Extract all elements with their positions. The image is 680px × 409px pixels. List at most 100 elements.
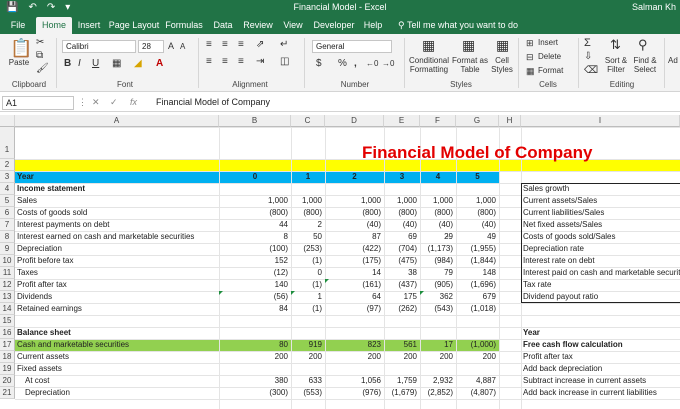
assumption-label[interactable]: Current liabilities/Sales — [521, 207, 680, 219]
row-header-19[interactable]: 19 — [0, 363, 15, 375]
line-label[interactable]: Interest earned on cash and marketable s… — [15, 231, 219, 243]
value-cell[interactable] — [420, 363, 456, 375]
row-header-6[interactable]: 6 — [0, 207, 15, 219]
italic-button[interactable]: I — [78, 58, 81, 70]
assumption-label[interactable]: Net fixed assets/Sales — [521, 219, 680, 231]
value-cell[interactable]: 1,000 — [420, 195, 456, 207]
autosum-button[interactable]: Σ — [584, 37, 591, 49]
value-cell[interactable]: 4,887 — [456, 375, 499, 387]
merge-center-icon[interactable]: ◫ — [280, 56, 289, 68]
value-cell[interactable]: (437) — [384, 279, 420, 291]
value-cell[interactable]: 200 — [420, 351, 456, 363]
value-cell[interactable]: 44 — [219, 219, 291, 231]
fcf-line-label[interactable]: Add back depreciation — [521, 363, 680, 375]
tab-home[interactable]: Home — [36, 17, 72, 34]
formula-input[interactable]: Financial Model of Company — [156, 97, 270, 107]
value-cell[interactable]: 679 — [456, 291, 499, 303]
assumption-label[interactable]: Tax rate — [521, 279, 680, 291]
value-cell[interactable]: (2,852) — [420, 387, 456, 399]
fcf-line-label[interactable]: Profit after tax — [521, 351, 680, 363]
font-color-icon[interactable]: A — [156, 58, 163, 70]
wrap-text-icon[interactable]: ↵ — [280, 39, 288, 51]
value-cell[interactable]: (161) — [325, 279, 384, 291]
row-header-15[interactable]: 15 — [0, 315, 15, 327]
value-cell[interactable]: 380 — [219, 375, 291, 387]
value-cell[interactable]: (976) — [325, 387, 384, 399]
value-cell[interactable]: (704) — [384, 243, 420, 255]
fcf-line-label[interactable]: Add back increase in current liabilities — [521, 387, 680, 399]
indent-icon[interactable]: ⇥ — [256, 56, 264, 68]
underline-button[interactable]: U — [92, 58, 99, 70]
value-cell[interactable]: (1) — [291, 279, 325, 291]
value-cell[interactable]: 561 — [384, 339, 420, 351]
value-cell[interactable]: (40) — [456, 219, 499, 231]
row-header-16[interactable]: 16 — [0, 327, 15, 339]
paste-icon[interactable]: 📋 — [10, 38, 32, 58]
value-cell[interactable]: 919 — [291, 339, 325, 351]
row-header-18[interactable]: 18 — [0, 351, 15, 363]
value-cell[interactable]: (800) — [384, 207, 420, 219]
col-i-year-label[interactable]: Year — [521, 327, 680, 339]
tab-help[interactable]: Help — [362, 17, 384, 34]
column-header-d[interactable]: D — [325, 115, 384, 127]
value-cell[interactable]: (1,173) — [420, 243, 456, 255]
align-top-icon[interactable]: ≡ — [206, 39, 212, 51]
value-cell[interactable]: 362 — [420, 291, 456, 303]
value-cell[interactable]: (40) — [325, 219, 384, 231]
value-cell[interactable]: 2,932 — [420, 375, 456, 387]
value-cell[interactable]: 50 — [291, 231, 325, 243]
row-header-3[interactable]: 3 — [0, 171, 15, 183]
value-cell[interactable]: 1,000 — [384, 195, 420, 207]
line-label[interactable]: Depreciation — [15, 243, 219, 255]
cell-styles-button[interactable]: Cell Styles — [490, 56, 514, 74]
line-label[interactable]: Sales — [15, 195, 219, 207]
value-cell[interactable]: (984) — [420, 255, 456, 267]
shrink-font-button[interactable]: A — [180, 41, 185, 53]
year-cell[interactable]: 2 — [325, 171, 384, 183]
tab-insert[interactable]: Insert — [74, 17, 104, 34]
row-header-1[interactable]: 1 — [0, 127, 15, 159]
column-header-a[interactable]: A — [15, 115, 219, 127]
value-cell[interactable]: 14 — [325, 267, 384, 279]
value-cell[interactable]: (475) — [384, 255, 420, 267]
align-bottom-icon[interactable]: ≡ — [238, 39, 244, 51]
tab-developer[interactable]: Developer — [312, 17, 356, 34]
value-cell[interactable]: (543) — [420, 303, 456, 315]
value-cell[interactable]: 1,000 — [325, 195, 384, 207]
row-header-7[interactable]: 7 — [0, 219, 15, 231]
align-middle-icon[interactable]: ≡ — [222, 39, 228, 51]
font-size-select[interactable]: 28 — [138, 40, 164, 53]
line-label[interactable]: Profit after tax — [15, 279, 219, 291]
assumption-label[interactable]: Sales growth — [521, 183, 680, 195]
assumption-label[interactable]: Depreciation rate — [521, 243, 680, 255]
insert-cells-button[interactable]: Insert — [538, 38, 558, 47]
value-cell[interactable] — [456, 363, 499, 375]
value-cell[interactable]: 79 — [420, 267, 456, 279]
align-left-icon[interactable]: ≡ — [206, 56, 212, 68]
assumption-label[interactable]: Interest rate on debt — [521, 255, 680, 267]
bs-line-label[interactable]: Depreciation — [15, 387, 219, 399]
value-cell[interactable]: 80 — [219, 339, 291, 351]
year-cell[interactable]: 4 — [420, 171, 456, 183]
value-cell[interactable]: (175) — [325, 255, 384, 267]
value-cell[interactable] — [325, 363, 384, 375]
format-cells-button[interactable]: Format — [538, 66, 563, 75]
value-cell[interactable]: (97) — [325, 303, 384, 315]
value-cell[interactable]: (40) — [420, 219, 456, 231]
year-cell[interactable]: 5 — [456, 171, 499, 183]
paste-button[interactable]: Paste — [4, 58, 34, 67]
value-cell[interactable]: 200 — [219, 351, 291, 363]
value-cell[interactable]: 64 — [325, 291, 384, 303]
column-header-g[interactable]: G — [456, 115, 499, 127]
value-cell[interactable]: (100) — [219, 243, 291, 255]
line-label[interactable]: Costs of goods sold — [15, 207, 219, 219]
tab-formulas[interactable]: Formulas — [164, 17, 204, 34]
assumption-label[interactable]: Dividend payout ratio — [521, 291, 680, 303]
currency-button[interactable]: $ — [316, 58, 322, 70]
value-cell[interactable]: (1,018) — [456, 303, 499, 315]
tab-page-layout[interactable]: Page Layout — [108, 17, 160, 34]
value-cell[interactable]: (1,000) — [456, 339, 499, 351]
line-label[interactable]: Interest payments on debt — [15, 219, 219, 231]
value-cell[interactable]: (253) — [291, 243, 325, 255]
value-cell[interactable]: (300) — [219, 387, 291, 399]
